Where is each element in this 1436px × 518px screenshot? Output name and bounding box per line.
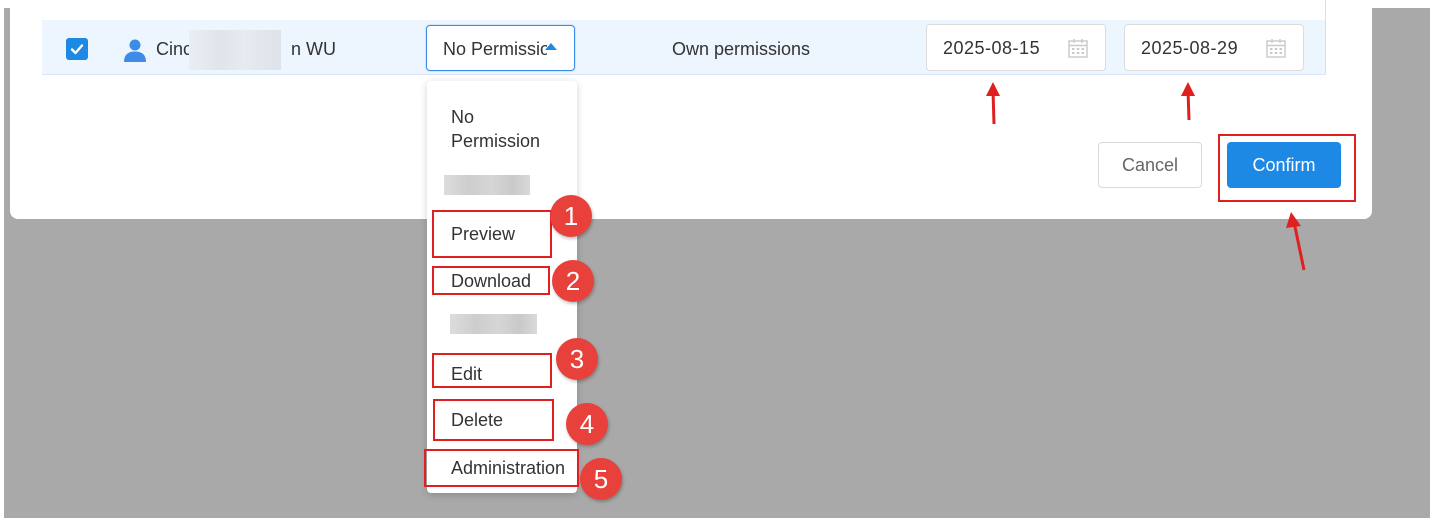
annotation-arrows xyxy=(986,82,1306,271)
arrow-up-icon xyxy=(1181,82,1195,121)
arrow-up-icon xyxy=(986,82,1000,125)
arrow-up-left-icon xyxy=(1286,212,1306,271)
